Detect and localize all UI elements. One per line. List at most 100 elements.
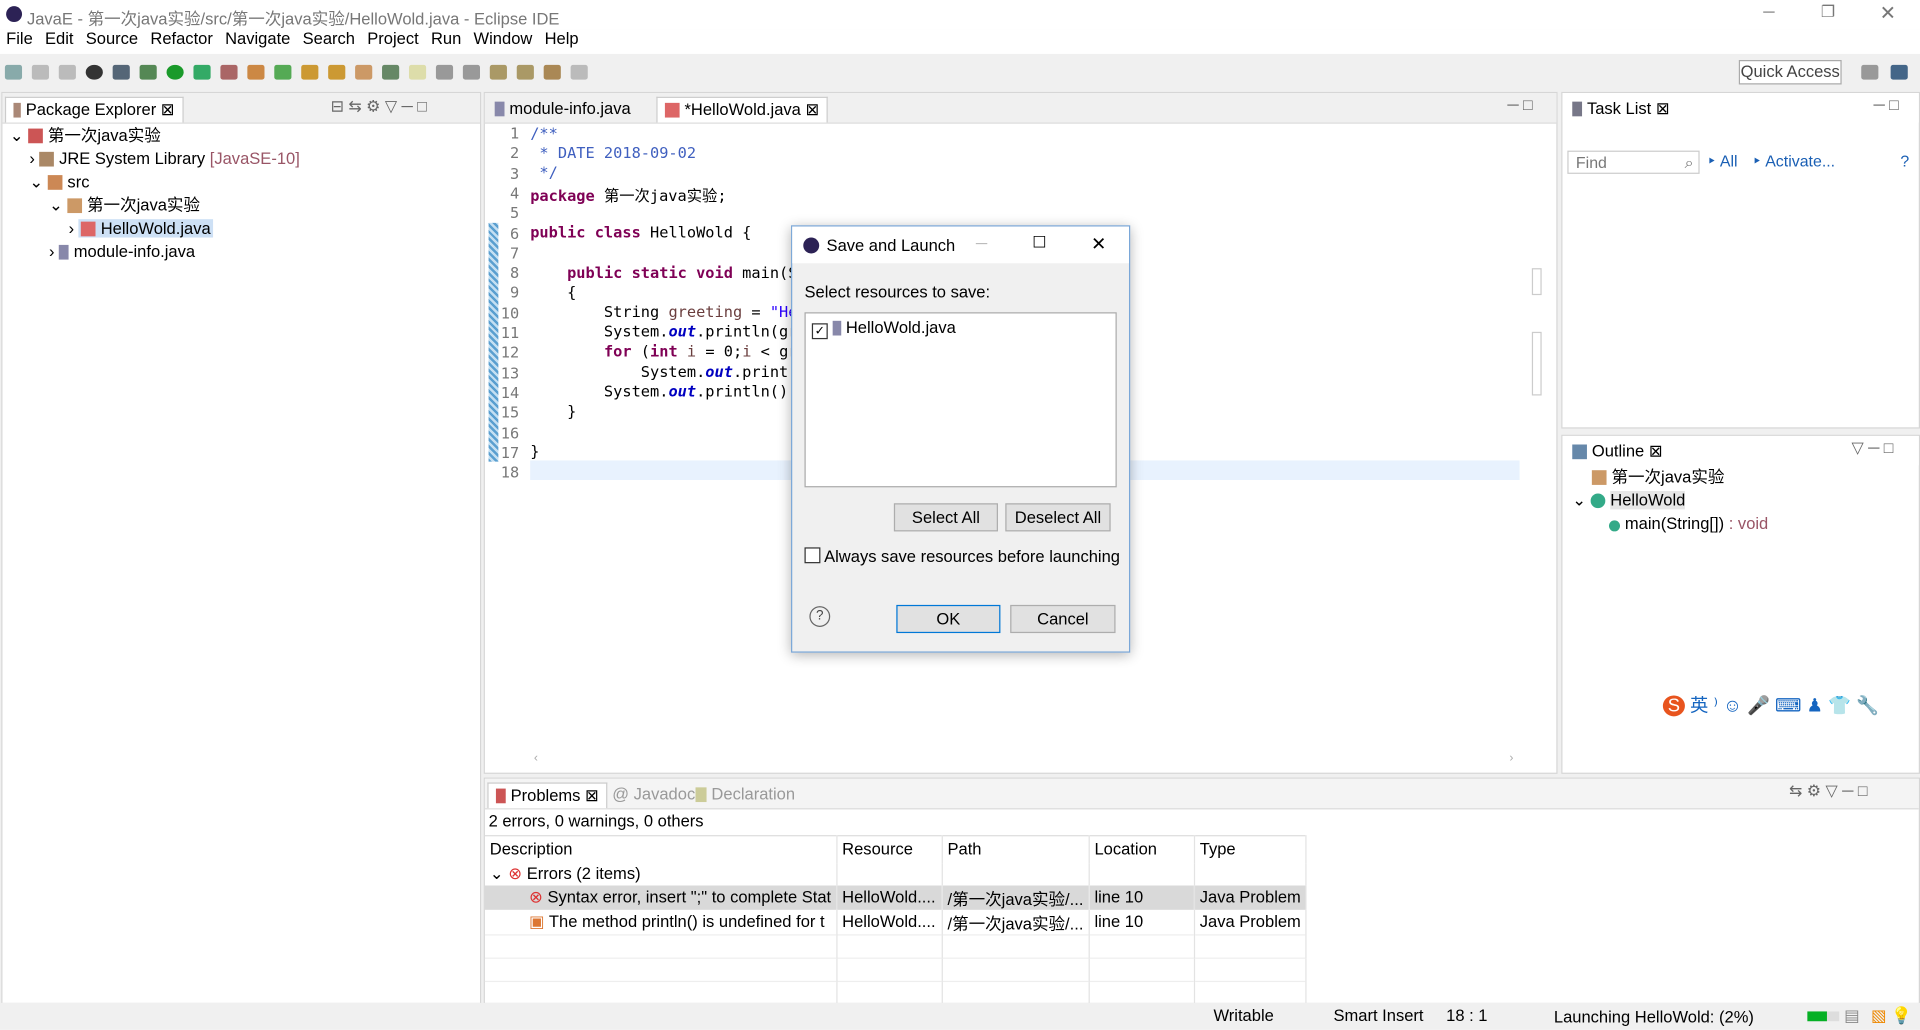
tab-declaration[interactable]: Declaration — [688, 782, 802, 806]
ok-button[interactable]: OK — [896, 604, 1001, 634]
column-location[interactable]: Location — [1088, 835, 1195, 863]
table-row[interactable]: ▣ The method println() is undefined for … — [484, 909, 1307, 935]
always-save-label: Always save resources before launching — [824, 547, 1120, 566]
menu-edit[interactable]: Edit — [45, 29, 73, 47]
quick-access-field[interactable]: Quick Access — [1738, 60, 1842, 85]
new-class-icon[interactable] — [274, 64, 292, 80]
progress-bar[interactable] — [1807, 1011, 1840, 1022]
deselect-all-button[interactable]: Deselect All — [1005, 503, 1111, 532]
table-row[interactable]: ⊗ Syntax error, insert ";" to complete S… — [484, 884, 1307, 910]
tree-item-src[interactable]: ⌄ src — [2, 170, 480, 193]
previous-annotation-icon[interactable] — [516, 64, 534, 80]
path: /第一次java实验/... — [941, 909, 1090, 935]
help-icon[interactable]: ? — [809, 606, 831, 627]
save-icon[interactable] — [31, 64, 49, 80]
coverage-icon[interactable] — [193, 64, 211, 80]
resources-list[interactable]: ✓ HelloWold.java — [804, 312, 1117, 488]
menu-file[interactable]: File — [6, 29, 33, 47]
new-icon[interactable] — [4, 64, 23, 80]
tab-problems[interactable]: Problems ⊠ — [487, 782, 608, 809]
profile-icon[interactable] — [85, 64, 103, 80]
resource-checkbox[interactable]: ✓ — [811, 323, 828, 340]
group-row[interactable]: ⌄ ⊗ Errors (2 items) — [484, 862, 1307, 885]
menu-run[interactable]: Run — [431, 29, 461, 47]
mark-occurrences-icon[interactable] — [408, 64, 427, 80]
annotation-icon[interactable] — [382, 64, 400, 80]
show-whitespace-icon[interactable] — [462, 64, 481, 80]
notifications-icon[interactable]: ▧ 💡 — [1871, 1007, 1912, 1027]
menu-source[interactable]: Source — [86, 29, 138, 47]
column-description[interactable]: Description — [484, 835, 838, 863]
column-path[interactable]: Path — [941, 835, 1090, 863]
all-link[interactable]: ‣ All — [1707, 152, 1738, 172]
forward-icon[interactable] — [570, 64, 588, 80]
tree-item-hellowold[interactable]: › HelloWold.java — [2, 217, 480, 240]
menu-refactor[interactable]: Refactor — [150, 29, 212, 47]
run-icon[interactable] — [166, 64, 184, 80]
tab-module-info[interactable]: module-info.java — [487, 97, 638, 121]
tab-task-list[interactable]: Task List ⊠ — [1565, 97, 1677, 121]
restore-button[interactable]: ❐ — [1821, 2, 1835, 22]
all-label: All — [1719, 151, 1738, 171]
problems-table: Description Resource Path Location Type … — [484, 835, 1307, 1004]
view-toolbar-icons[interactable]: ⊟ ⇆ ⚙ ▽ ─ □ — [331, 97, 427, 117]
activate-link[interactable]: ‣ Activate... — [1752, 152, 1835, 172]
java-perspective-icon[interactable] — [1890, 64, 1908, 80]
always-save-option[interactable]: Always save resources before launching — [804, 547, 1120, 566]
line-number: 3 — [509, 163, 520, 182]
column-type[interactable]: Type — [1194, 835, 1307, 863]
dialog-close-button[interactable]: ✕ — [1091, 233, 1106, 255]
outline-item-class[interactable]: ⌄ HelloWold — [1562, 489, 1918, 512]
menu-navigate[interactable]: Navigate — [225, 29, 290, 47]
back-icon[interactable] — [543, 64, 561, 80]
label: HelloWold — [1610, 491, 1686, 510]
tree-item-package[interactable]: ⌄ 第一次java实验 — [2, 193, 480, 216]
ime-toolbar[interactable]: S 英 ⁾ ☺ 🎤 ⌨ ♟ 👕 🔧 — [1662, 692, 1879, 718]
line-number: 4 — [509, 183, 520, 202]
next-annotation-icon[interactable] — [489, 64, 507, 80]
resource-item[interactable]: ✓ HelloWold.java — [806, 313, 1116, 344]
help-icon[interactable]: ? — [1900, 152, 1909, 170]
menu-window[interactable]: Window — [474, 29, 533, 47]
search-icon[interactable] — [355, 64, 373, 80]
horizontal-scrollbar[interactable]: ‹ › — [534, 752, 1514, 765]
menu-help[interactable]: Help — [545, 29, 579, 47]
tab-hellowold[interactable]: *HelloWold.java ⊠ — [656, 96, 828, 123]
skip-breakpoints-icon[interactable] — [112, 64, 130, 80]
tree-item-project[interactable]: ⌄ 第一次java实验 — [2, 124, 480, 147]
block-selection-icon[interactable] — [435, 64, 454, 80]
menu-search[interactable]: Search — [303, 29, 355, 47]
column-resource[interactable]: Resource — [836, 835, 943, 863]
close-tab-icon[interactable]: ⊠ — [806, 100, 820, 118]
view-toolbar-icons[interactable]: ⇆ ⚙ ▽ ─ □ — [1789, 781, 1867, 801]
dialog-maximize-button[interactable]: ☐ — [1032, 233, 1046, 253]
close-button[interactable]: ✕ — [1880, 1, 1896, 25]
open-perspective-icon[interactable] — [1861, 64, 1879, 80]
menu-project[interactable]: Project — [367, 29, 418, 47]
outline-item-main[interactable]: main(String[]) : void — [1562, 512, 1918, 535]
external-tools-icon[interactable] — [220, 64, 238, 80]
editor-min-max[interactable]: ─ □ — [1507, 96, 1532, 114]
tab-package-explorer[interactable]: Package Explorer ⊠ — [4, 96, 184, 123]
vertical-scrollbar[interactable] — [1531, 127, 1542, 745]
save-all-icon[interactable] — [58, 64, 76, 80]
view-min-max[interactable]: ─ □ — [1873, 96, 1898, 114]
find-input[interactable]: Find ⌕ — [1567, 150, 1700, 174]
select-all-button[interactable]: Select All — [893, 503, 998, 532]
cancel-button[interactable]: Cancel — [1010, 604, 1116, 634]
ime-language[interactable]: 英 — [1690, 696, 1708, 717]
view-menu[interactable]: ▽ ─ □ — [1851, 438, 1893, 458]
always-save-checkbox[interactable] — [804, 547, 821, 564]
class-icon — [1590, 493, 1606, 509]
line-number: 15 — [500, 403, 520, 422]
outline-item-package[interactable]: 第一次java实验 — [1562, 465, 1918, 488]
open-type-icon[interactable] — [301, 64, 319, 80]
open-task-icon[interactable] — [328, 64, 346, 80]
minimize-button[interactable]: ─ — [1763, 2, 1774, 20]
new-package-icon[interactable] — [247, 64, 265, 80]
tree-item-jre[interactable]: › JRE System Library [JavaSE-10] — [2, 147, 480, 170]
tree-item-module-info[interactable]: › module-info.java — [2, 240, 480, 263]
debug-icon[interactable] — [139, 64, 157, 80]
tab-outline[interactable]: Outline ⊠ — [1565, 440, 1670, 464]
progress-view-icon[interactable]: ▤ — [1844, 1007, 1860, 1027]
